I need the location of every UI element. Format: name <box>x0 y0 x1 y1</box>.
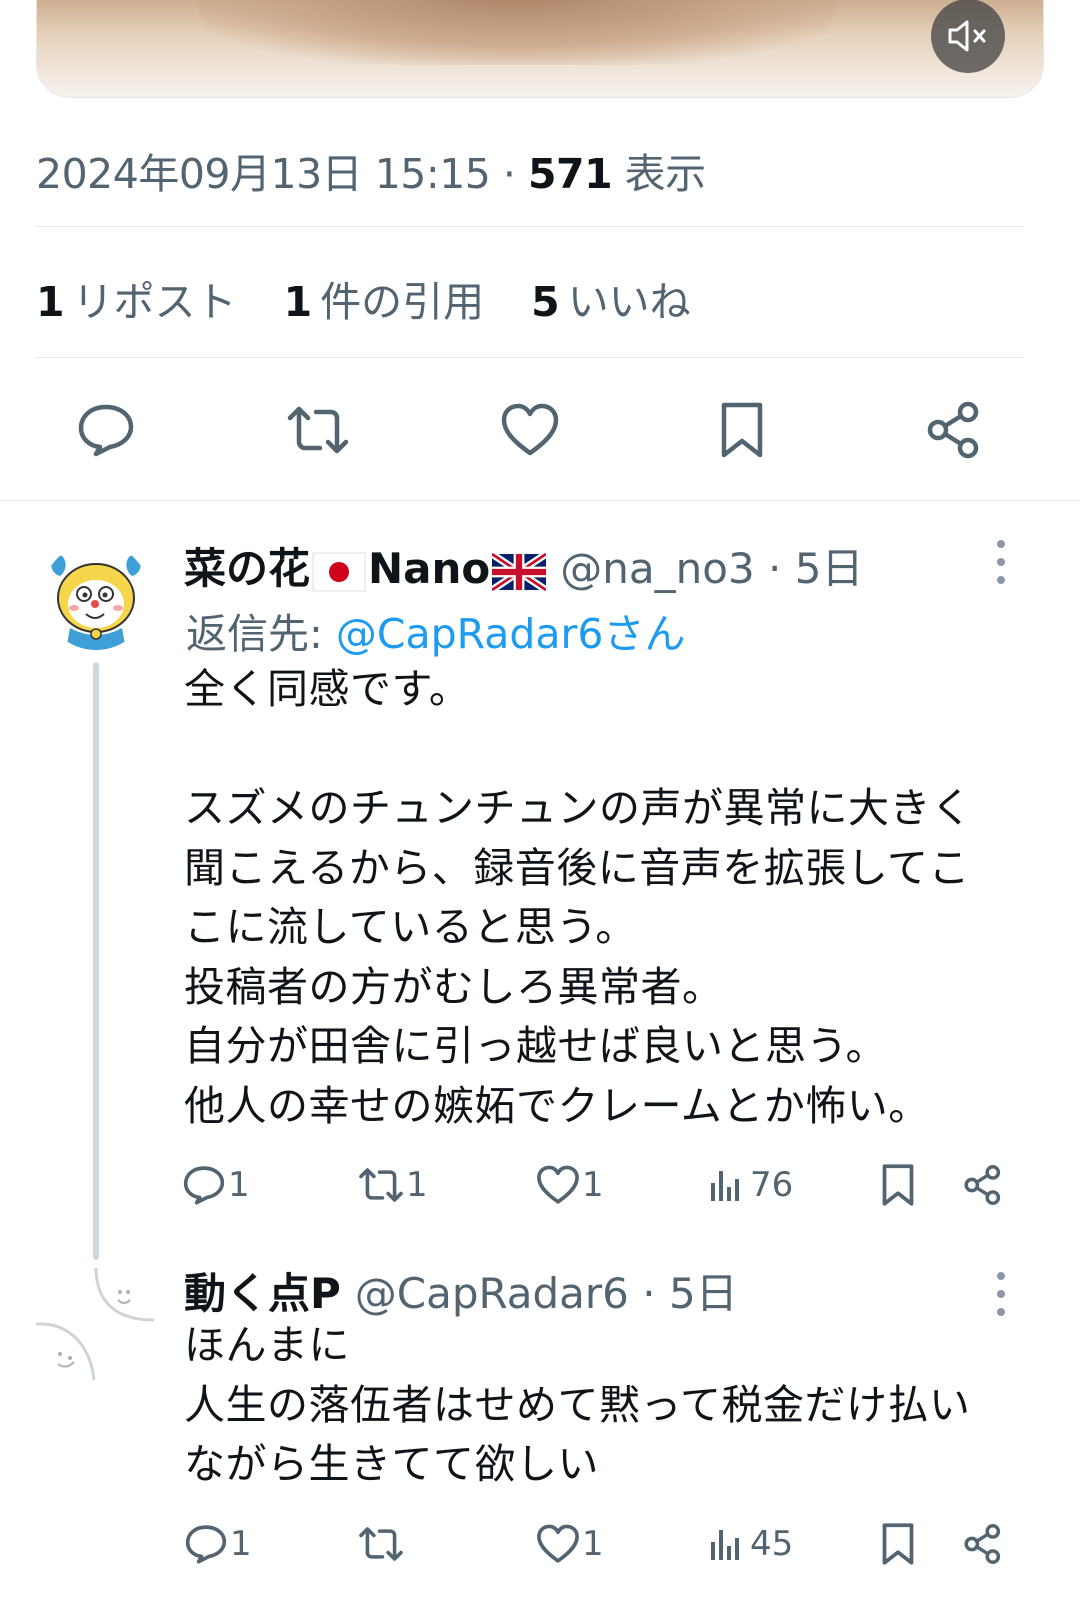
reply-metrics: 1 1 1 76 <box>180 1157 1020 1213</box>
share-icon <box>927 401 979 459</box>
display-name[interactable]: 動く点P <box>184 1260 341 1321</box>
flag-uk-icon <box>492 551 547 592</box>
likes-stat[interactable]: 5 いいね <box>531 278 691 326</box>
repost-icon <box>287 406 349 454</box>
repost-icon <box>359 1168 403 1202</box>
divider <box>0 500 1080 501</box>
post-timestamp[interactable]: 2024年09月13日 15:15 <box>36 150 491 198</box>
bookmark-button[interactable] <box>880 1516 916 1572</box>
reply-count-button[interactable]: 1 <box>184 1516 252 1572</box>
share-button[interactable] <box>962 1157 1004 1213</box>
reposts-stat[interactable]: 1 リポスト <box>36 278 237 326</box>
like-button[interactable] <box>498 398 562 462</box>
views-count: 571 <box>528 150 613 198</box>
view-count-button[interactable]: 76 <box>708 1157 793 1213</box>
handle[interactable]: @CapRadar6 · 5日 <box>355 1260 738 1321</box>
reply-text: 全く同感です。 スズメのチュンチュンの声が異常に大きく 聞こえるから、録音後に音… <box>184 665 973 1130</box>
views-label: 表示 <box>624 150 707 198</box>
avatar-sketch-icon <box>36 1267 155 1381</box>
divider <box>36 226 1024 227</box>
reply-to-link[interactable]: @CapRadar6さん <box>336 610 686 658</box>
like-count-button[interactable]: 1 <box>536 1157 604 1213</box>
avatar[interactable] <box>42 542 150 650</box>
thread-line <box>93 662 99 1260</box>
display-name[interactable]: 菜の花 Nano <box>184 535 547 596</box>
post-timestamp-row: 2024年09月13日 15:15 · 571 表示 <box>36 140 706 200</box>
repost-count-button[interactable]: 1 <box>358 1157 428 1213</box>
reply-icon <box>183 1166 225 1205</box>
video-frame <box>197 0 837 65</box>
reply-to-line: 返信先: @CapRadar6さん <box>186 610 686 658</box>
more-options-button[interactable] <box>991 538 1011 588</box>
separator-dot: · <box>502 150 516 198</box>
mute-button[interactable] <box>931 0 1005 73</box>
speaker-muted-icon <box>948 20 986 52</box>
views-icon <box>711 1171 739 1201</box>
view-count-button[interactable]: 45 <box>708 1516 793 1572</box>
repost-count-button[interactable] <box>358 1516 406 1572</box>
bookmark-button[interactable] <box>710 398 774 462</box>
engagement-stats: 1 リポスト 1 件の引用 5 いいね <box>36 268 725 328</box>
more-options-button[interactable] <box>991 1270 1011 1320</box>
reply-count-button[interactable]: 1 <box>182 1157 250 1213</box>
repost-icon <box>359 1527 403 1561</box>
video-preview[interactable] <box>36 0 1044 98</box>
bookmark-button[interactable] <box>880 1157 916 1213</box>
bookmark-icon <box>882 1164 914 1206</box>
bookmark-icon <box>882 1523 914 1565</box>
reply-icon <box>185 1525 227 1564</box>
avatar-character-icon <box>42 542 150 650</box>
flag-japan-icon <box>312 552 366 591</box>
views-icon <box>711 1530 739 1560</box>
post-action-bar <box>0 388 1080 476</box>
share-icon <box>964 1165 1001 1205</box>
reply-text: ほんまに 人生の落伍者はせめて黙って税金だけ払い ながら生きてて欲しい <box>184 1321 971 1488</box>
divider <box>36 357 1024 358</box>
avatar[interactable] <box>36 1262 156 1382</box>
reply-icon <box>78 404 134 457</box>
like-icon <box>537 1165 579 1204</box>
reply-header: 菜の花 Nano @na_no3 · 5日 <box>184 535 863 596</box>
share-button[interactable] <box>962 1516 1004 1572</box>
reply-metrics: 1 1 45 <box>180 1516 1020 1572</box>
handle[interactable]: @na_no3 · 5日 <box>560 535 863 596</box>
share-icon <box>964 1524 1001 1564</box>
like-icon <box>501 403 559 456</box>
reply-header: 動く点P @CapRadar6 · 5日 <box>184 1260 738 1321</box>
bookmark-icon <box>721 402 763 458</box>
reply-button[interactable] <box>74 398 138 462</box>
like-count-button[interactable]: 1 <box>536 1516 604 1572</box>
share-button[interactable] <box>922 398 986 462</box>
like-icon <box>537 1524 579 1563</box>
repost-button[interactable] <box>286 398 350 462</box>
quotes-stat[interactable]: 1 件の引用 <box>284 278 485 326</box>
